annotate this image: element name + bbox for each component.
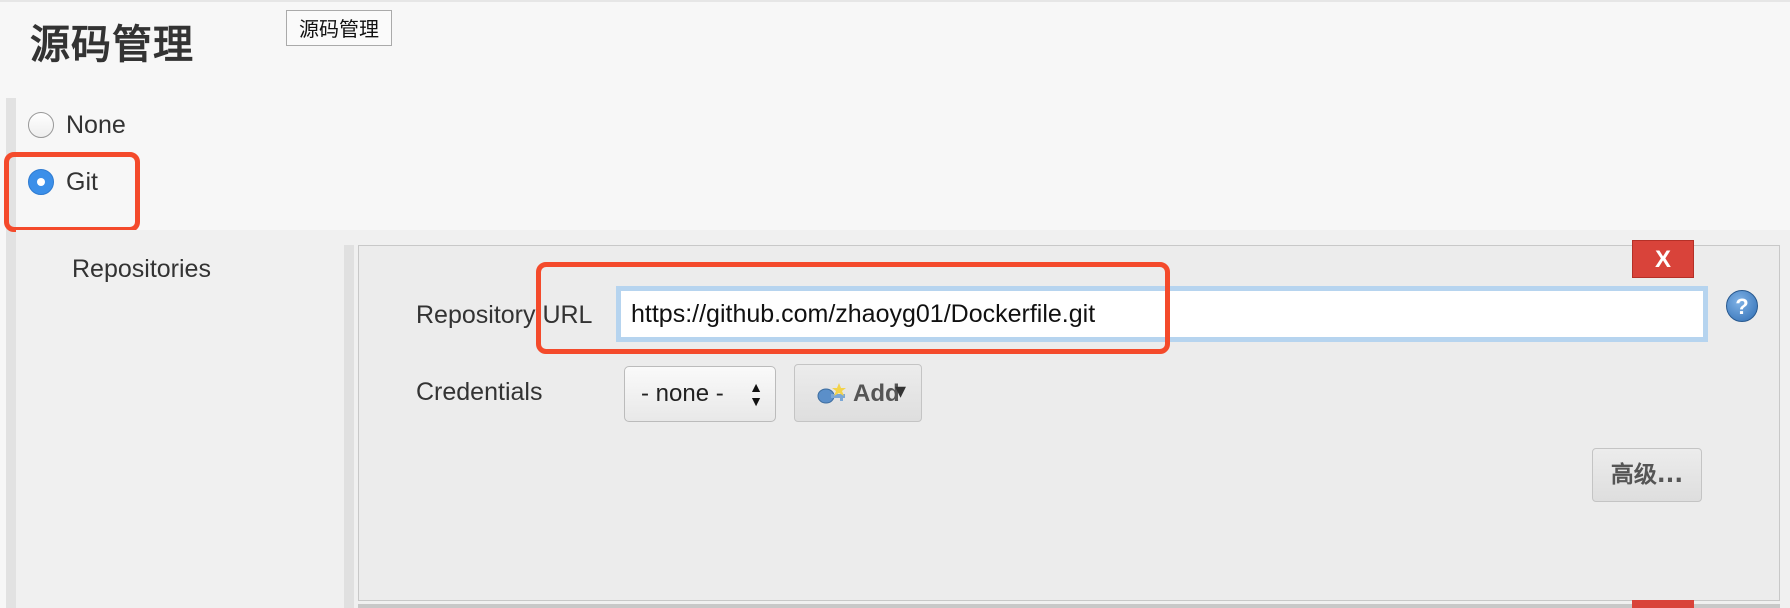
- credentials-select-value: - none -: [641, 380, 724, 407]
- radio-none[interactable]: [28, 112, 54, 138]
- credentials-label: Credentials: [416, 378, 543, 406]
- url-highlight-box: [536, 262, 1170, 354]
- radio-none-label: None: [66, 110, 126, 139]
- next-repository-panel-edge: [358, 604, 1780, 608]
- git-highlight-box: [4, 152, 140, 232]
- add-credentials-button[interactable]: Add ▾: [794, 364, 922, 422]
- select-arrows-icon: ▲ ▼: [749, 379, 763, 409]
- delete-repository-button[interactable]: X: [1632, 240, 1694, 278]
- section-title: 源码管理: [30, 22, 194, 68]
- next-delete-button-edge[interactable]: [1632, 600, 1694, 608]
- dropdown-arrow-icon: ▾: [895, 378, 907, 403]
- advanced-button[interactable]: 高级...: [1592, 448, 1702, 502]
- repositories-label: Repositories: [72, 255, 211, 283]
- help-icon[interactable]: ?: [1726, 290, 1758, 322]
- scm-option-none[interactable]: None: [28, 110, 126, 140]
- add-button-label: Add: [853, 380, 900, 407]
- key-icon: [817, 383, 846, 404]
- repositories-bar: [344, 245, 354, 608]
- credentials-select[interactable]: - none - ▲ ▼: [624, 366, 776, 422]
- section-tooltip: 源码管理: [286, 10, 392, 46]
- top-divider: [0, 0, 1790, 2]
